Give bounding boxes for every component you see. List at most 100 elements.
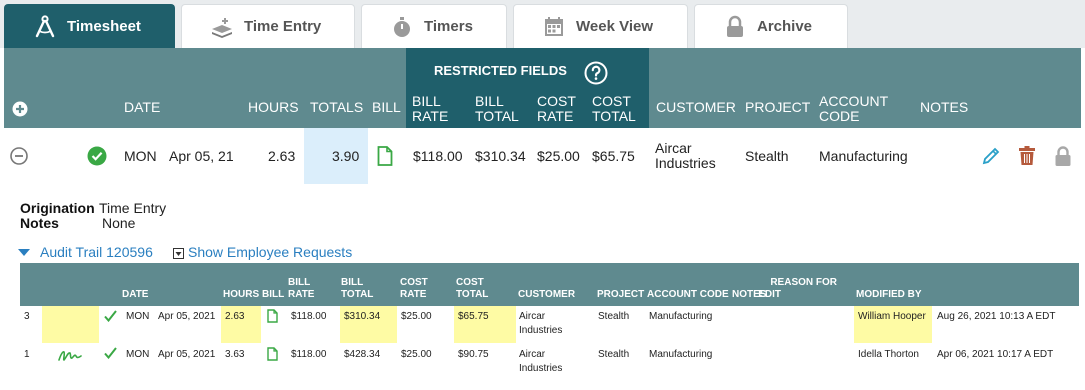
tab-archive[interactable]: Archive <box>694 4 848 48</box>
audit-bill-rate: $118.00 <box>291 311 327 322</box>
audit-day: MON <box>126 311 150 322</box>
entry-totals-cell: 3.90 <box>304 128 368 184</box>
audit-account-code: Manufacturing <box>649 311 713 322</box>
audit-cost-rate: $25.00 <box>401 349 432 360</box>
checkmark-icon <box>104 347 117 359</box>
audit-customer: Aircar Industries <box>519 348 562 376</box>
checkmark-icon <box>104 310 117 322</box>
entry-cost-total: $65.75 <box>592 148 635 164</box>
col-cost-total-line1: COST <box>592 93 631 109</box>
audit-col-hours: HOURS <box>223 289 260 300</box>
calendar-icon <box>545 17 563 36</box>
col-bill-rate: BILL RATE <box>412 94 448 124</box>
audit-col-bill-total-line2: TOTAL <box>341 289 374 300</box>
origination-label: Origination <box>20 200 95 216</box>
audit-cost-total: $90.75 <box>458 349 489 360</box>
audit-col-bill-total-line1: BILL <box>341 277 364 288</box>
audit-col-bill-total: BILL TOTAL <box>341 277 373 301</box>
audit-col-cost-rate: COST RATE <box>400 277 428 301</box>
document-icon <box>267 309 278 323</box>
restricted-fields-title: RESTRICTED FIELDS <box>434 63 567 78</box>
lock-icon <box>727 15 743 37</box>
signature-icon <box>58 351 82 361</box>
timesheet-header: DATE HOURS TOTALS BILL RESTRICTED FIELDS… <box>4 48 1081 128</box>
restricted-fields-group: RESTRICTED FIELDS BILL RATE BILL TOTAL COS… <box>406 48 649 128</box>
audit-version: 1 <box>24 349 30 360</box>
audit-col-cost-total-line2: TOTAL <box>456 289 489 300</box>
tab-label: Week View <box>576 18 653 35</box>
tab-label: Timers <box>424 18 473 35</box>
entry-customer: Aircar Industries <box>655 141 716 171</box>
col-notes: NOTES <box>920 99 969 115</box>
audit-row: 3 MON Apr 05, 2021 2.63 $118.00 $310.34 … <box>20 306 1079 343</box>
dropdown-box-icon[interactable] <box>173 248 184 259</box>
entry-cost-rate: $25.00 <box>537 148 580 164</box>
collapse-icon[interactable] <box>10 147 28 165</box>
audit-col-customer: CUSTOMER <box>518 289 576 300</box>
tab-week-view[interactable]: Week View <box>513 4 688 48</box>
trash-icon[interactable] <box>1018 146 1036 166</box>
col-bill-total-line2: TOTAL <box>475 108 519 124</box>
entry-totals: 3.90 <box>332 148 360 164</box>
audit-bill-total: $428.34 <box>344 349 381 360</box>
tab-time-entry[interactable]: Time Entry <box>181 4 355 48</box>
lock-icon[interactable] <box>1054 146 1072 166</box>
audit-modified-by: Idella Thorton <box>858 349 919 360</box>
col-hours: HOURS <box>248 99 299 115</box>
audit-hours: 3.63 <box>225 349 245 360</box>
audit-col-reason-line1: REASON FOR <box>770 277 837 288</box>
audit-col-bill: BILL <box>262 289 285 300</box>
audit-col-cost-total-line1: COST <box>456 277 484 288</box>
time-entry-icon <box>212 18 232 38</box>
tab-label: Time Entry <box>244 18 322 35</box>
col-customer: CUSTOMER <box>656 99 736 115</box>
document-icon[interactable] <box>377 146 393 166</box>
col-bill-total: BILL TOTAL <box>475 94 519 124</box>
audit-bill-total: $310.34 <box>344 311 381 322</box>
notes-label: Notes <box>20 215 59 231</box>
col-cost-total: COST TOTAL <box>592 94 636 124</box>
tab-timers[interactable]: Timers <box>361 4 507 48</box>
tab-label: Timesheet <box>67 18 141 35</box>
help-icon[interactable] <box>584 61 608 85</box>
audit-col-reason: REASON FOR EDIT <box>758 277 837 301</box>
col-totals: TOTALS <box>310 99 364 115</box>
timesheet-row: MON Apr 05, 21 2.63 3.90 $118.00 $310.34… <box>4 128 1081 184</box>
audit-hours: 2.63 <box>225 311 245 322</box>
edit-pencil-icon[interactable] <box>981 146 1001 166</box>
audit-col-cost-total: COST TOTAL <box>456 277 488 301</box>
audit-project: Stealth <box>598 349 630 360</box>
audit-trail-link[interactable]: Audit Trail 120596 <box>40 244 153 260</box>
audit-cost-rate: $25.00 <box>401 311 432 322</box>
expand-all-icon[interactable] <box>12 101 28 117</box>
entry-hours: 2.63 <box>268 148 296 164</box>
audit-modified-by: William Hooper <box>858 311 926 322</box>
highlight-cell <box>42 306 99 343</box>
audit-col-date: DATE <box>122 289 149 300</box>
origination-value: Time Entry <box>99 200 167 216</box>
tab-timesheet[interactable]: Timesheet <box>4 4 175 48</box>
caret-down-icon[interactable] <box>18 249 30 257</box>
col-project: PROJECT <box>745 99 811 115</box>
show-employee-requests-link[interactable]: Show Employee Requests <box>188 244 352 260</box>
audit-row: 1 MON Apr 05, 2021 3.63 $118.00 $428.34 … <box>20 343 1079 380</box>
col-date: DATE <box>124 99 161 115</box>
audit-col-bill-rate-line1: BILL <box>288 277 311 288</box>
col-cost-rate-line1: COST <box>537 93 576 109</box>
audit-date: Apr 05, 2021 <box>158 311 216 322</box>
entry-customer-line2: Industries <box>655 155 716 171</box>
audit-col-cost-rate-line1: COST <box>400 277 428 288</box>
audit-account-code: Manufacturing <box>649 349 713 360</box>
document-icon <box>267 347 278 361</box>
tab-bar: Timesheet Time Entry Timers Week View Ar… <box>0 0 1085 48</box>
col-account-code-line1: ACCOUNT <box>819 93 889 109</box>
audit-col-reason-line2: EDIT <box>758 289 781 300</box>
audit-col-account-code: ACCOUNT CODE <box>647 289 729 300</box>
audit-col-cost-rate-line2: RATE <box>400 289 427 300</box>
audit-customer-line1: Aircar <box>519 311 546 322</box>
audit-table-header: DATE HOURS BILL BILL RATE BILL TOTAL COST R… <box>20 263 1079 306</box>
approved-check-icon <box>87 146 107 166</box>
audit-col-bill-rate: BILL RATE <box>288 277 314 301</box>
audit-customer-line2: Industries <box>519 363 563 374</box>
col-cost-rate: COST RATE <box>537 94 576 124</box>
